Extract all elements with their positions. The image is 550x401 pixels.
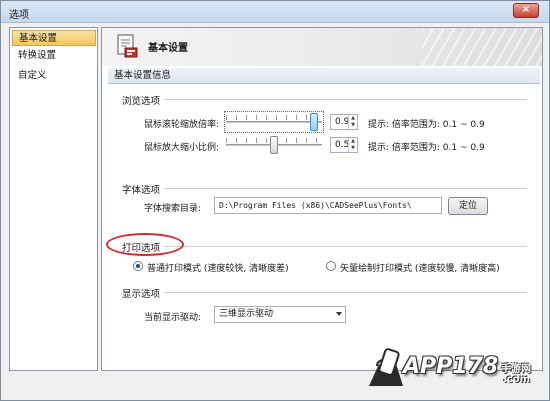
sidebar-item-conversion-settings[interactable]: 转换设置 [12, 48, 96, 64]
settings-panel: 基本设置 基本设置信息 浏览选项 鼠标滚轮缩放倍率: 0.9 ▲ ▼ 提示: 倍率… [101, 27, 543, 371]
select-value: 三维显示驱动 [219, 309, 274, 319]
slider-ticks [226, 115, 322, 120]
watermark-brand: APP178 [403, 354, 499, 379]
browse-group-label: 浏览选项 [122, 93, 165, 107]
spin-arrows-icon[interactable]: ▲ ▼ [348, 138, 357, 152]
settings-document-icon [117, 34, 138, 58]
title-bar[interactable]: 选项 × [1, 1, 549, 23]
header-decoration [422, 28, 542, 66]
zoom-ratio-label: 鼠标放大缩小比例: [144, 143, 220, 153]
sidebar-nav: 基本设置 转换设置 自定义 [9, 27, 98, 371]
panel-title: 基本设置 [148, 43, 188, 54]
sidebar-item-label: 转换设置 [18, 50, 57, 61]
zoom-ratio-slider[interactable] [226, 135, 322, 155]
sidebar-item-label: 自定义 [18, 70, 47, 81]
slider-thumb[interactable] [270, 136, 278, 154]
close-button[interactable]: × [513, 3, 539, 18]
sidebar-item-label: 基本设置 [19, 33, 58, 44]
slider-track [226, 121, 322, 123]
annotation-circle [106, 233, 184, 256]
window-title: 选项 [9, 10, 29, 21]
display-driver-label: 当前显示驱动: [144, 313, 202, 323]
browse-group-divider [122, 99, 527, 100]
wheel-zoom-slider[interactable] [226, 112, 322, 132]
section-title: 基本设置信息 [108, 68, 540, 84]
watermark: APP178 手游网 .com [363, 346, 543, 398]
zoom-ratio-spinbox[interactable]: 0.5 ▲ ▼ [330, 137, 358, 153]
watermark-sub: 手游网 [501, 364, 531, 375]
wheel-zoom-spinbox[interactable]: 0.9 ▲ ▼ [330, 114, 358, 130]
wheel-zoom-label: 鼠标滚轮缩放倍率: [144, 120, 220, 130]
display-group-label: 显示选项 [122, 286, 165, 300]
font-search-path-input[interactable]: D:\Program Files (x86)\CADSeePlus\Fonts\ [214, 197, 442, 214]
display-group-divider [122, 292, 527, 293]
vector-print-radio[interactable] [326, 261, 336, 271]
display-driver-select[interactable]: 三维显示驱动 [214, 306, 346, 323]
sidebar-item-custom[interactable]: 自定义 [12, 68, 96, 84]
font-group-divider [122, 188, 527, 189]
wheel-zoom-hint: 提示: 倍率范围为: 0.1 ~ 0.9 [368, 120, 485, 130]
options-dialog: 选项 × 基本设置 转换设置 自定义 基本设置 基本设置信息 浏览选项 鼠标滚轮… [0, 0, 550, 401]
slider-thumb[interactable] [310, 113, 318, 131]
vector-print-label[interactable]: 矢量绘制打印模式 (速度较慢, 清晰度高) [340, 261, 500, 274]
watermark-domain: .com [503, 374, 531, 385]
sidebar-item-basic-settings[interactable]: 基本设置 [12, 30, 96, 46]
normal-print-label[interactable]: 普通打印模式 (速度较快, 清晰度差) [147, 261, 289, 274]
chevron-down-icon [336, 312, 342, 316]
spin-arrows-icon[interactable]: ▲ ▼ [348, 115, 357, 129]
normal-print-radio[interactable] [133, 261, 143, 271]
locate-button[interactable]: 定位 [448, 197, 488, 215]
panel-header: 基本设置 [102, 28, 542, 66]
font-group-label: 字体选项 [122, 182, 165, 196]
zoom-ratio-hint: 提示: 倍率范围为: 0.1 ~ 0.9 [368, 143, 485, 153]
font-search-label: 字体搜索目录: [144, 204, 202, 214]
